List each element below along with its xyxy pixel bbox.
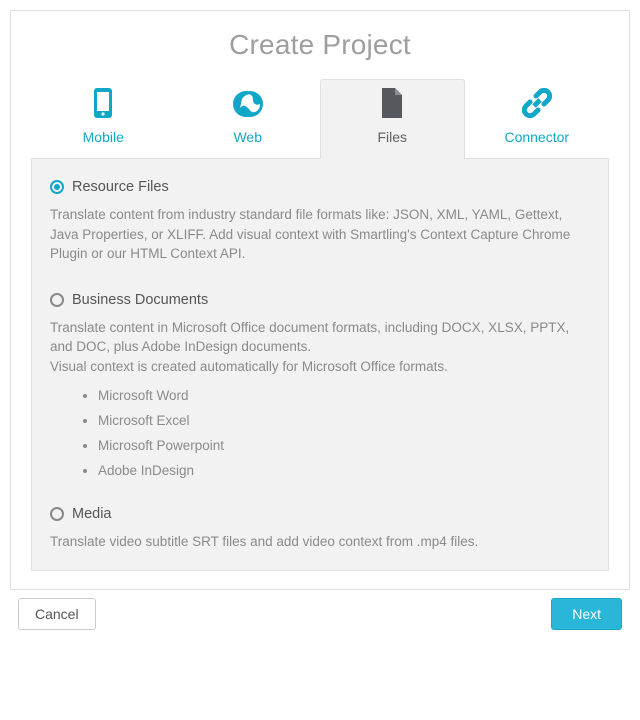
option-media-radio[interactable]: Media — [50, 506, 590, 522]
tab-label: Web — [181, 129, 316, 145]
next-button[interactable]: Next — [551, 598, 622, 630]
options-panel: Resource Files Translate content from in… — [31, 158, 609, 571]
option-description: Translate video subtitle SRT files and a… — [50, 532, 590, 552]
option-title: Resource Files — [72, 179, 169, 195]
mobile-icon — [36, 88, 171, 121]
tab-label: Files — [325, 129, 460, 145]
option-description: Translate content from industry standard… — [50, 205, 590, 264]
radio-icon — [50, 180, 64, 194]
list-item: Microsoft Excel — [98, 413, 590, 428]
tab-mobile[interactable]: Mobile — [31, 79, 176, 159]
radio-icon — [50, 293, 64, 307]
globe-icon — [181, 90, 316, 121]
list-item: Microsoft Word — [98, 388, 590, 403]
cancel-button[interactable]: Cancel — [18, 598, 96, 630]
option-business-documents: Business Documents Translate content in … — [50, 292, 590, 479]
dialog-footer: Cancel Next — [10, 598, 630, 638]
option-title: Media — [72, 506, 112, 522]
option-resource-files: Resource Files Translate content from in… — [50, 179, 590, 264]
business-formats-list: Microsoft Word Microsoft Excel Microsoft… — [98, 388, 590, 478]
list-item: Adobe InDesign — [98, 463, 590, 478]
tab-label: Mobile — [36, 129, 171, 145]
dialog-title: Create Project — [11, 11, 629, 79]
link-icon — [470, 88, 605, 121]
tab-bar: Mobile Web Files Connector — [11, 79, 629, 159]
tab-label: Connector — [470, 129, 605, 145]
option-description: Translate content in Microsoft Office do… — [50, 318, 590, 377]
tab-connector[interactable]: Connector — [465, 79, 610, 159]
option-title: Business Documents — [72, 292, 208, 308]
file-icon — [325, 88, 460, 121]
list-item: Microsoft Powerpoint — [98, 438, 590, 453]
option-resource-files-radio[interactable]: Resource Files — [50, 179, 590, 195]
option-media: Media Translate video subtitle SRT files… — [50, 506, 590, 552]
radio-icon — [50, 507, 64, 521]
tab-files[interactable]: Files — [320, 79, 465, 159]
option-business-documents-radio[interactable]: Business Documents — [50, 292, 590, 308]
create-project-dialog: Create Project Mobile Web Files Conn — [10, 10, 630, 590]
tab-web[interactable]: Web — [176, 81, 321, 159]
